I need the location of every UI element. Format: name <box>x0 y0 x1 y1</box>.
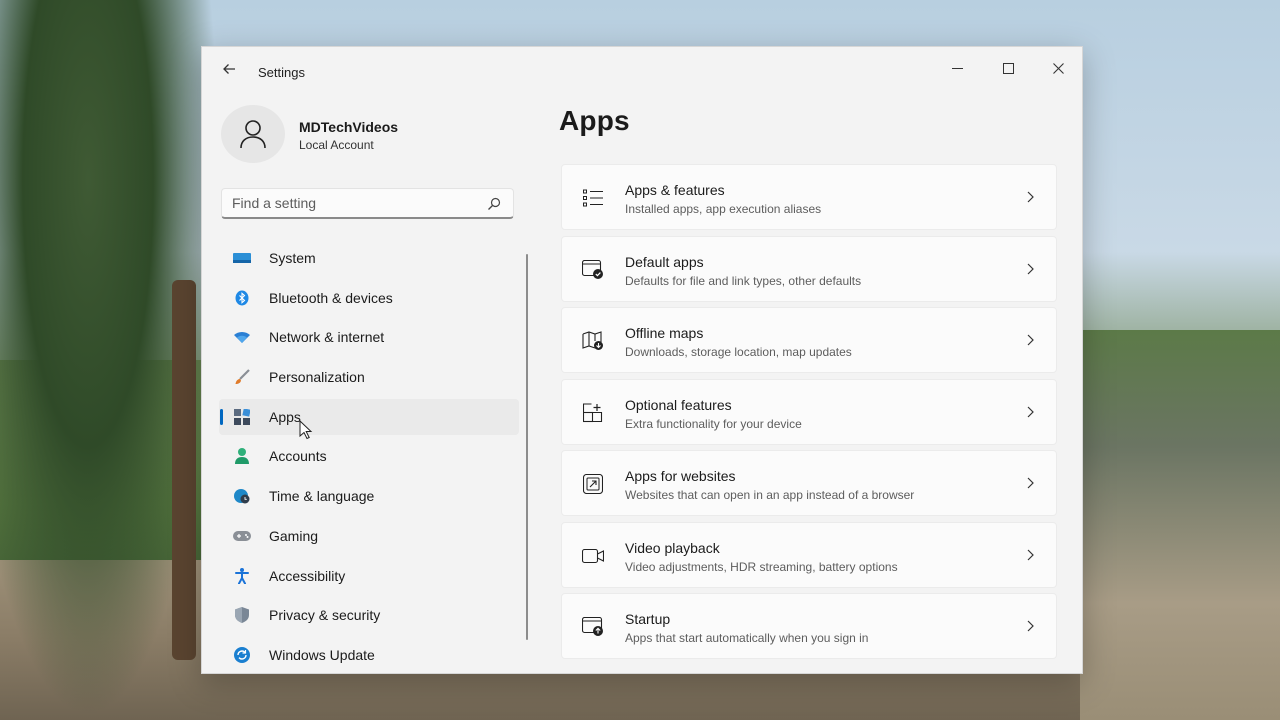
sidebar-item-label: Privacy & security <box>269 607 381 624</box>
chevron-right-icon <box>1024 262 1036 276</box>
shield-icon <box>233 607 251 624</box>
card-default-apps[interactable]: Default apps Defaults for file and link … <box>561 235 1057 302</box>
close-icon <box>1052 62 1064 74</box>
wallpaper-cliff <box>1080 330 1280 720</box>
card-apps-for-websites[interactable]: Apps for websites Websites that can open… <box>561 450 1057 516</box>
minimize-button[interactable] <box>937 53 977 83</box>
account-profile[interactable]: MDTechVideos Local Account <box>221 105 521 163</box>
card-title: Optional features <box>625 396 732 413</box>
card-subtitle: Websites that can open in an app instead… <box>625 488 915 502</box>
monitor-icon <box>233 250 251 266</box>
title-bar: Settings <box>202 47 1082 95</box>
sidebar-item-label: Apps <box>269 408 301 425</box>
sidebar-item-label: Accessibility <box>269 567 346 584</box>
card-subtitle: Apps that start automatically when you s… <box>625 631 869 645</box>
card-title: Apps & features <box>625 182 725 198</box>
card-startup[interactable]: Startup Apps that start automatically wh… <box>561 593 1057 659</box>
startup-icon <box>582 616 604 638</box>
bluetooth-icon <box>233 290 251 306</box>
profile-name: MDTechVideos <box>299 119 399 135</box>
card-title: Startup <box>625 611 671 627</box>
card-offline-maps[interactable]: Offline maps Downloads, storage location… <box>561 307 1057 373</box>
video-icon <box>582 545 604 567</box>
default-apps-icon <box>582 259 604 281</box>
wifi-icon <box>233 329 251 345</box>
sidebar-nav: System Bluetooth & devices Network & int… <box>219 240 519 673</box>
person-icon <box>233 448 251 465</box>
chevron-right-icon <box>1024 333 1036 347</box>
chevron-right-icon <box>1024 405 1036 419</box>
profile-account-type: Local Account <box>299 138 374 152</box>
sidebar-item-network[interactable]: Network & internet <box>219 319 519 355</box>
add-grid-icon <box>582 402 604 424</box>
sidebar-item-accounts[interactable]: Accounts <box>219 438 519 474</box>
wallpaper-trunk <box>172 280 196 660</box>
settings-card-list: Apps & features Installed apps, app exec… <box>561 164 1057 665</box>
chevron-right-icon <box>1024 190 1036 204</box>
sidebar-scrollbar[interactable] <box>526 254 528 640</box>
map-icon <box>582 330 604 352</box>
window-title: Settings <box>258 65 305 80</box>
sidebar-item-windows-update[interactable]: Windows Update <box>219 637 519 673</box>
globe-clock-icon <box>233 488 251 504</box>
chevron-right-icon <box>1024 476 1036 490</box>
brush-icon <box>233 369 251 385</box>
card-title: Video playback <box>625 539 720 556</box>
sidebar-item-personalization[interactable]: Personalization <box>219 359 519 395</box>
maximize-button[interactable] <box>988 53 1028 83</box>
sidebar-item-label: Bluetooth & devices <box>269 289 393 306</box>
sidebar-item-time-language[interactable]: Time & language <box>219 478 519 514</box>
card-apps-features[interactable]: Apps & features Installed apps, app exec… <box>561 164 1057 230</box>
close-button[interactable] <box>1038 53 1078 83</box>
arrow-left-icon <box>223 64 235 74</box>
sidebar-item-privacy[interactable]: Privacy & security <box>219 597 519 633</box>
person-icon <box>240 120 266 149</box>
sidebar-item-label: System <box>269 250 316 266</box>
gamepad-icon <box>233 528 251 544</box>
list-icon <box>582 187 604 209</box>
search-box[interactable] <box>221 188 514 219</box>
card-subtitle: Downloads, storage location, map updates <box>625 345 852 359</box>
card-subtitle: Installed apps, app execution aliases <box>625 202 822 216</box>
sidebar-item-apps[interactable]: Apps <box>219 398 519 435</box>
sidebar-item-system[interactable]: System <box>219 240 519 276</box>
settings-window: Settings MDTechVideos Local Account Syst… <box>201 46 1083 674</box>
card-video-playback[interactable]: Video playback Video adjustments, HDR st… <box>561 521 1057 588</box>
card-title: Offline maps <box>625 325 704 341</box>
card-subtitle: Defaults for file and link types, other … <box>625 273 862 288</box>
sidebar-item-label: Windows Update <box>269 646 375 663</box>
chevron-right-icon <box>1024 619 1036 633</box>
sidebar-item-label: Personalization <box>269 369 365 386</box>
sidebar-item-label: Time & language <box>269 488 375 505</box>
minimize-icon <box>951 67 963 69</box>
avatar <box>221 105 285 163</box>
sidebar-item-label: Accounts <box>269 448 327 465</box>
card-title: Apps for websites <box>625 468 736 484</box>
open-external-icon <box>582 473 604 495</box>
card-subtitle: Extra functionality for your device <box>625 416 802 431</box>
card-title: Default apps <box>625 253 704 270</box>
back-button[interactable] <box>218 61 240 83</box>
search-icon[interactable] <box>487 197 501 211</box>
chevron-right-icon <box>1024 548 1036 562</box>
card-subtitle: Video adjustments, HDR streaming, batter… <box>625 559 898 574</box>
sidebar-item-accessibility[interactable]: Accessibility <box>219 558 519 594</box>
sidebar-item-label: Gaming <box>269 527 319 544</box>
card-optional-features[interactable]: Optional features Extra functionality fo… <box>561 378 1057 445</box>
sidebar-item-label: Network & internet <box>269 329 385 346</box>
sidebar-item-gaming[interactable]: Gaming <box>219 518 519 554</box>
page-title: Apps <box>559 105 630 136</box>
selection-indicator <box>220 408 223 425</box>
maximize-icon <box>1002 62 1014 74</box>
search-input[interactable] <box>232 195 472 211</box>
sidebar-item-bluetooth[interactable]: Bluetooth & devices <box>219 280 519 316</box>
mouse-cursor-icon <box>299 420 313 440</box>
apps-icon <box>233 408 251 425</box>
accessibility-icon <box>233 567 251 584</box>
update-icon <box>233 646 251 663</box>
